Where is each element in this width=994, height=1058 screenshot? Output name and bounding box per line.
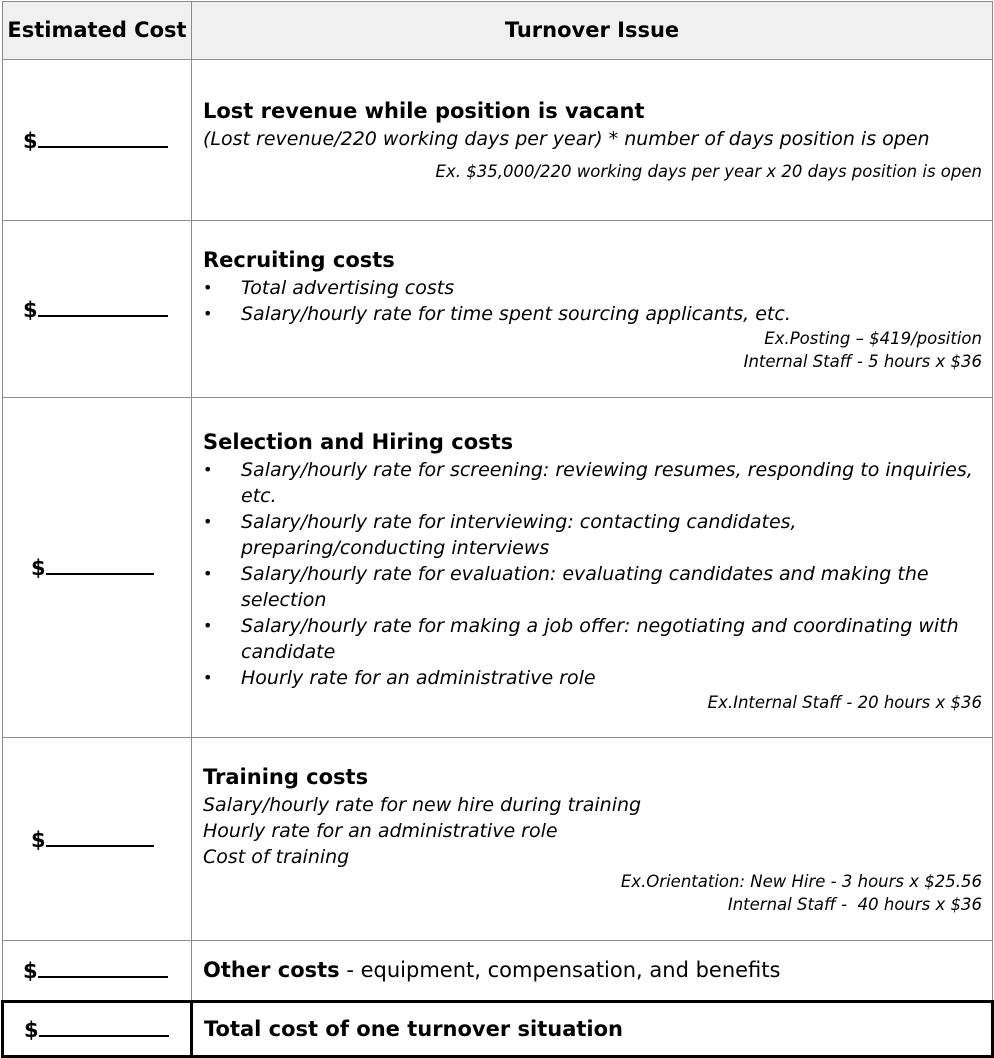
header-turnover-issue: Turnover Issue [191,1,993,60]
issue-bullet-list: Total advertising costs Salary/hourly ra… [203,275,982,327]
dollar-sign: $ [23,297,38,322]
issue-example: Ex.Posting – $419/position [764,328,982,348]
issue-example: Internal Staff - 5 hours x $36 [743,351,982,371]
cost-blank-line[interactable] [37,297,168,317]
dollar-sign: $ [24,1017,39,1042]
issue-example: Internal Staff - 40 hours x $36 [727,894,982,914]
header-estimated-cost: Estimated Cost [2,1,192,60]
issue-bullet-list: Salary/hourly rate for screening: review… [203,457,982,691]
dollar-sign: $ [31,827,46,852]
issue-title: Selection and Hiring costs [203,429,514,454]
table-row-lost-revenue: $ Lost revenue while position is vacant … [2,59,993,221]
issue-example: Ex.Orientation: New Hire - 3 hours x $25… [620,871,982,891]
issue-line: Hourly rate for an administrative role [203,819,558,842]
issue-example: Ex.Internal Staff - 20 hours x $36 [707,692,982,712]
list-item: Salary/hourly rate for time spent sourci… [203,301,982,327]
issue-title: Lost revenue while position is vacant [203,99,645,123]
issue-description: (Lost revenue/220 working days per year)… [203,128,930,150]
table-row-recruiting: $ Recruiting costs Total advertising cos… [2,220,993,398]
issue-line: Cost of training [203,845,350,868]
cost-field-training[interactable]: $ [2,737,192,941]
list-item: Salary/hourly rate for making a job offe… [203,613,982,665]
cost-field-lost-revenue[interactable]: $ [2,59,192,221]
dollar-sign: $ [23,959,38,983]
table-row-training: $ Training costs Salary/hourly rate for … [2,737,993,941]
issue-cell-recruiting: Recruiting costs Total advertising costs… [191,220,993,398]
cost-blank-line[interactable] [37,958,168,978]
total-title: Total cost of one turnover situation [204,1016,624,1041]
issue-cell-total: Total cost of one turnover situation [190,1000,994,1058]
list-item: Salary/hourly rate for evaluation: evalu… [203,561,982,613]
dollar-sign: $ [23,128,38,153]
issue-cell-lost-revenue: Lost revenue while position is vacant (L… [191,59,993,221]
dollar-sign: $ [31,556,46,580]
table-header-row: Estimated Cost Turnover Issue [2,1,993,60]
list-item: Salary/hourly rate for screening: review… [203,457,982,509]
table-row-other-costs: $ Other costs - equipment, compensation,… [2,940,993,1002]
table-row-total: $ Total cost of one turnover situation [1,1000,994,1058]
issue-title: Recruiting costs [203,247,395,272]
issue-cell-other-costs: Other costs - equipment, compensation, a… [191,940,993,1002]
issue-title: Other costs [203,958,340,982]
cost-field-selection-hiring[interactable]: $ [2,397,192,738]
list-item: Salary/hourly rate for interviewing: con… [203,509,982,561]
cost-blank-line[interactable] [45,827,154,847]
cost-field-total[interactable]: $ [1,1000,193,1058]
cost-field-recruiting[interactable]: $ [2,220,192,398]
issue-line: Salary/hourly rate for new hire during t… [203,793,642,816]
cost-blank-line[interactable] [37,128,168,148]
list-item: Total advertising costs [203,275,982,301]
cost-field-other[interactable]: $ [2,940,192,1002]
cost-blank-line[interactable] [38,1017,169,1037]
list-item: Hourly rate for an administrative role [203,665,982,691]
cost-blank-line[interactable] [45,555,154,575]
issue-example: Ex. $35,000/220 working days per year x … [435,162,982,181]
issue-title: Training costs [203,764,369,789]
issue-cell-training: Training costs Salary/hourly rate for ne… [191,737,993,941]
issue-cell-selection-hiring: Selection and Hiring costs Salary/hourly… [191,397,993,738]
table-row-selection-hiring: $ Selection and Hiring costs Salary/hour… [2,397,993,738]
issue-description: - equipment, compensation, and benefits [339,958,781,982]
turnover-cost-table: Estimated Cost Turnover Issue $ Lost rev… [1,1,994,1058]
